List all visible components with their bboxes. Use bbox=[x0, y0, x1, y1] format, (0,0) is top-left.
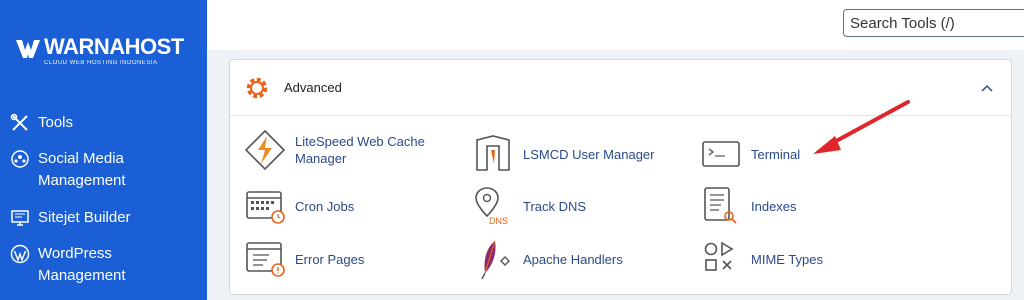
monitor-icon bbox=[11, 210, 29, 226]
feather-icon bbox=[481, 240, 510, 280]
warnahost-logo-icon bbox=[16, 40, 40, 58]
chevron-up-icon[interactable] bbox=[980, 82, 994, 94]
lsmcd-icon bbox=[476, 135, 510, 171]
error-page-icon bbox=[246, 242, 285, 277]
tool-litespeed[interactable]: LiteSpeed Web Cache Manager bbox=[243, 128, 435, 172]
sidebar-item-tools[interactable]: Tools bbox=[10, 112, 158, 134]
tool-mime-types[interactable]: MIME Types bbox=[699, 237, 823, 281]
sidebar-item-label: WordPress Management bbox=[38, 245, 126, 284]
svg-text:DNS: DNS bbox=[489, 216, 508, 226]
tool-label: Indexes bbox=[751, 198, 797, 214]
brand-tagline: CLOUD WEB HOSTING INDONESIA bbox=[44, 60, 158, 66]
advanced-panel: Advanced LiteSpeed Web Cache Manager LSM… bbox=[229, 59, 1012, 295]
tool-label: Error Pages bbox=[295, 251, 365, 267]
tool-label: Cron Jobs bbox=[295, 198, 355, 214]
tool-label: MIME Types bbox=[751, 251, 824, 267]
brand-name: WARNAHOST bbox=[44, 34, 184, 59]
tool-label: LiteSpeed Web Cache Manager bbox=[295, 134, 425, 166]
tool-label: LSMCD User Manager bbox=[523, 146, 655, 162]
mime-shapes-icon bbox=[704, 241, 734, 271]
tool-lsmcd[interactable]: LSMCD User Manager bbox=[471, 132, 655, 176]
terminal-icon bbox=[702, 141, 740, 167]
search-input[interactable] bbox=[843, 9, 1024, 37]
social-network-icon bbox=[11, 150, 29, 168]
wordpress-icon bbox=[10, 244, 30, 264]
tool-apache-handlers[interactable]: Apache Handlers bbox=[471, 237, 623, 281]
tool-error-pages[interactable]: Error Pages bbox=[243, 237, 364, 281]
tool-cron-jobs[interactable]: Cron Jobs bbox=[243, 184, 354, 228]
tool-track-dns[interactable]: DNS Track DNS bbox=[471, 184, 586, 228]
litespeed-icon bbox=[244, 129, 286, 171]
tool-label: Terminal bbox=[751, 146, 801, 162]
sidebar: WARNAHOST CLOUD WEB HOSTING INDONESIA To… bbox=[0, 0, 207, 300]
dns-pin-icon: DNS bbox=[475, 187, 508, 226]
tool-label: Track DNS bbox=[523, 198, 587, 214]
tool-indexes[interactable]: Indexes bbox=[699, 184, 797, 228]
annotation-arrow-icon bbox=[813, 100, 910, 154]
sidebar-item-label: Social Media Management bbox=[38, 150, 126, 189]
sidebar-item-label: Tools bbox=[38, 114, 74, 131]
indexes-icon bbox=[704, 187, 737, 224]
sidebar-item-social-media[interactable]: Social Media Management bbox=[10, 148, 158, 192]
sidebar-item-sitejet[interactable]: Sitejet Builder bbox=[10, 207, 158, 229]
tool-label: Apache Handlers bbox=[523, 251, 623, 267]
sidebar-item-wordpress[interactable]: WordPress Management bbox=[10, 243, 158, 287]
panel-title: Advanced bbox=[284, 80, 342, 95]
tool-terminal[interactable]: Terminal bbox=[699, 132, 800, 176]
gear-icon bbox=[246, 77, 268, 99]
sidebar-item-label: Sitejet Builder bbox=[38, 209, 131, 226]
cron-calendar-icon bbox=[246, 191, 285, 224]
tools-icon bbox=[10, 113, 28, 131]
